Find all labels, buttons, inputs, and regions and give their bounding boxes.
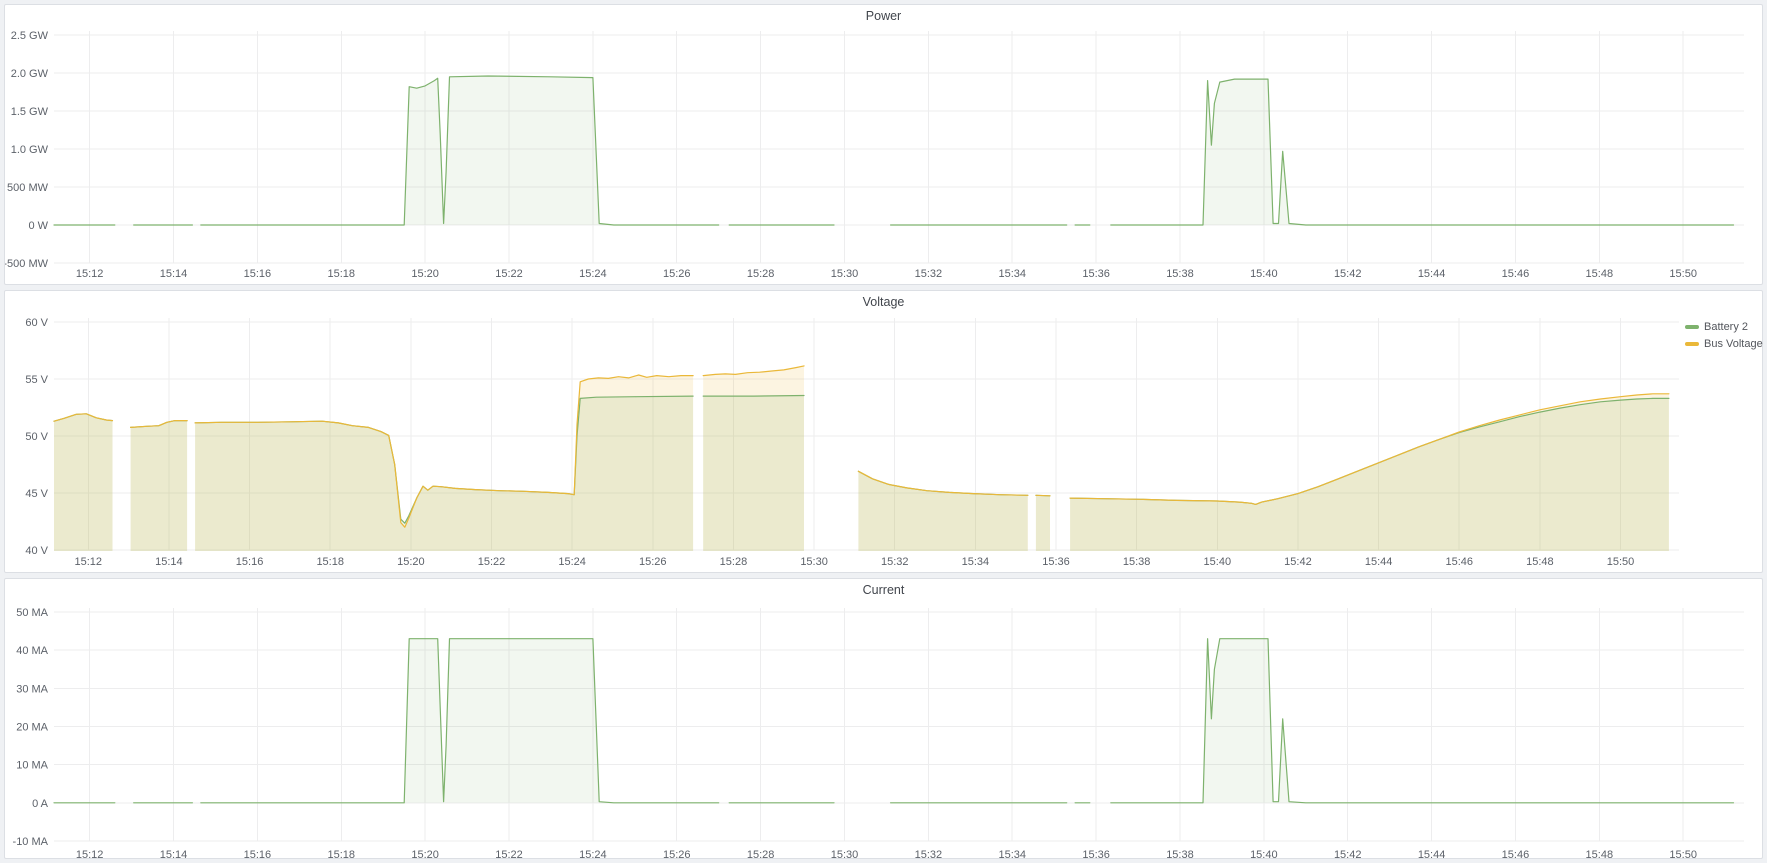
x-axis-tick-label: 15:30 bbox=[831, 268, 859, 280]
x-axis-tick-label: 15:34 bbox=[962, 556, 990, 568]
x-axis-tick-label: 15:44 bbox=[1365, 556, 1393, 568]
voltage-chart-canvas[interactable]: 60 V 55 V 50 V 45 V 40 V 15:12 15:14 15:16 15:18… bbox=[5, 291, 1762, 572]
bus-voltage-series-swatch-icon bbox=[1685, 342, 1699, 346]
y-axis-tick-label: 50 V bbox=[25, 431, 48, 443]
y-axis-tick-label: 10 MA bbox=[16, 760, 48, 772]
power-panel: Power 2.5 GW2.0 GW1.5 GW1.0 GW500 MW0 W-… bbox=[4, 4, 1763, 285]
legend-label-bus-voltage: Bus Voltage bbox=[1704, 338, 1763, 350]
x-axis-tick-label: 15:38 bbox=[1123, 556, 1151, 568]
x-axis-tick-label: 15:46 bbox=[1502, 268, 1530, 280]
x-axis-tick-label: 15:24 bbox=[579, 849, 607, 858]
y-axis-tick-label: 50 MA bbox=[16, 607, 48, 619]
x-axis-tick-label: 15:22 bbox=[478, 556, 506, 568]
x-axis-tick-label: 15:38 bbox=[1166, 849, 1194, 858]
current-chart-canvas[interactable]: 50 MA 40 MA 30 MA 20 MA 10 MA 0 A -10 MA 15:12 1… bbox=[5, 579, 1762, 858]
x-axis-tick-label: 15:42 bbox=[1334, 849, 1362, 858]
x-axis-tick-label: 15:34 bbox=[998, 268, 1026, 280]
x-axis-tick-label: 15:12 bbox=[75, 556, 103, 568]
x-axis-tick-label: 15:44 bbox=[1418, 849, 1446, 858]
x-axis-tick-label: 15:22 bbox=[495, 268, 523, 280]
x-axis-tick-label: 15:20 bbox=[397, 556, 425, 568]
x-axis-tick-label: 15:32 bbox=[915, 268, 943, 280]
x-axis-tick-label: 15:32 bbox=[881, 556, 909, 568]
x-axis-tick-label: 15:30 bbox=[831, 849, 859, 858]
current-panel: Current 50 MA40 MA30 MA20 MA10 MA0 A-10 … bbox=[4, 578, 1763, 859]
x-axis-tick-label: 15:36 bbox=[1042, 556, 1070, 568]
x-axis-tick-label: 15:16 bbox=[244, 268, 272, 280]
x-axis-tick-label: 15:48 bbox=[1586, 268, 1614, 280]
x-axis-tick-label: 15:18 bbox=[327, 268, 355, 280]
x-axis-tick-label: 15:18 bbox=[327, 849, 355, 858]
x-axis-tick-label: 15:20 bbox=[411, 849, 439, 858]
x-axis-tick-label: 15:12 bbox=[76, 849, 104, 858]
x-axis-tick-label: 15:32 bbox=[915, 849, 943, 858]
x-axis-tick-label: 15:14 bbox=[160, 849, 188, 858]
voltage-panel: Voltage 60 V55 V50 V45 V40 V15:1215:1415… bbox=[4, 290, 1763, 573]
x-axis-tick-label: 15:34 bbox=[998, 849, 1026, 858]
legend-label-battery-2: Battery 2 bbox=[1704, 321, 1748, 333]
x-axis-tick-label: 15:30 bbox=[800, 556, 828, 568]
x-axis-tick-label: 15:16 bbox=[244, 849, 272, 858]
x-axis-tick-label: 15:28 bbox=[720, 556, 748, 568]
legend-item-battery-2[interactable]: Battery 2 bbox=[1685, 318, 1763, 335]
x-axis-tick-label: 15:46 bbox=[1502, 849, 1530, 858]
x-axis-tick-label: 15:40 bbox=[1250, 849, 1278, 858]
battery-2-series-swatch-icon bbox=[1685, 325, 1699, 329]
x-axis-tick-label: 15:42 bbox=[1334, 268, 1362, 280]
y-axis-tick-label: -10 MA bbox=[13, 836, 49, 848]
x-axis-tick-label: 15:26 bbox=[663, 849, 691, 858]
x-axis-tick-label: 15:20 bbox=[411, 268, 439, 280]
legend-item-bus-voltage[interactable]: Bus Voltage bbox=[1685, 335, 1763, 352]
x-axis-tick-label: 15:26 bbox=[639, 556, 667, 568]
voltage-legend: Battery 2 Bus Voltage bbox=[1685, 318, 1763, 352]
x-axis-tick-label: 15:14 bbox=[155, 556, 183, 568]
x-axis-tick-label: 15:50 bbox=[1669, 268, 1697, 280]
y-axis-tick-label: 0 A bbox=[32, 798, 49, 810]
x-axis-tick-label: 15:18 bbox=[316, 556, 344, 568]
y-axis-tick-label: 40 MA bbox=[16, 645, 48, 657]
x-axis-tick-label: 15:50 bbox=[1669, 849, 1697, 858]
y-axis-tick-label: 1.5 GW bbox=[11, 106, 49, 118]
x-axis-tick-label: 15:26 bbox=[663, 268, 691, 280]
y-axis-tick-label: 0 W bbox=[28, 220, 48, 232]
x-axis-tick-label: 15:50 bbox=[1607, 556, 1635, 568]
x-axis-tick-label: 15:48 bbox=[1526, 556, 1554, 568]
y-axis-tick-label: -500 MW bbox=[5, 258, 49, 270]
y-axis-tick-label: 1.0 GW bbox=[11, 144, 49, 156]
y-axis-tick-label: 500 MW bbox=[7, 182, 49, 194]
x-axis-tick-label: 15:14 bbox=[160, 268, 188, 280]
x-axis-tick-label: 15:36 bbox=[1082, 849, 1110, 858]
x-axis-tick-label: 15:40 bbox=[1204, 556, 1232, 568]
x-axis-tick-label: 15:44 bbox=[1418, 268, 1446, 280]
x-axis-tick-label: 15:28 bbox=[747, 268, 775, 280]
y-axis-tick-label: 2.5 GW bbox=[11, 30, 49, 42]
x-axis-tick-label: 15:38 bbox=[1166, 268, 1194, 280]
y-axis-tick-label: 30 MA bbox=[16, 683, 48, 695]
x-axis-tick-label: 15:40 bbox=[1250, 268, 1278, 280]
y-axis-tick-label: 55 V bbox=[25, 374, 48, 386]
x-axis-tick-label: 15:24 bbox=[579, 268, 607, 280]
y-axis-tick-label: 45 V bbox=[25, 488, 48, 500]
power-chart-canvas[interactable]: 2.5 GW 2.0 GW 1.5 GW 1.0 GW 500 MW 0 W -500 MW… bbox=[5, 5, 1762, 284]
x-axis-tick-label: 15:28 bbox=[747, 849, 775, 858]
x-axis-tick-label: 15:42 bbox=[1284, 556, 1312, 568]
x-axis-tick-label: 15:46 bbox=[1445, 556, 1473, 568]
x-axis-tick-label: 15:24 bbox=[558, 556, 586, 568]
y-axis-tick-label: 2.0 GW bbox=[11, 68, 49, 80]
x-axis-tick-label: 15:22 bbox=[495, 849, 523, 858]
y-axis-tick-label: 40 V bbox=[25, 545, 48, 557]
y-axis-tick-label: 20 MA bbox=[16, 722, 48, 734]
x-axis-tick-label: 15:36 bbox=[1082, 268, 1110, 280]
x-axis-tick-label: 15:16 bbox=[236, 556, 264, 568]
x-axis-tick-label: 15:48 bbox=[1586, 849, 1614, 858]
x-axis-tick-label: 15:12 bbox=[76, 268, 104, 280]
y-axis-tick-label: 60 V bbox=[25, 317, 48, 329]
